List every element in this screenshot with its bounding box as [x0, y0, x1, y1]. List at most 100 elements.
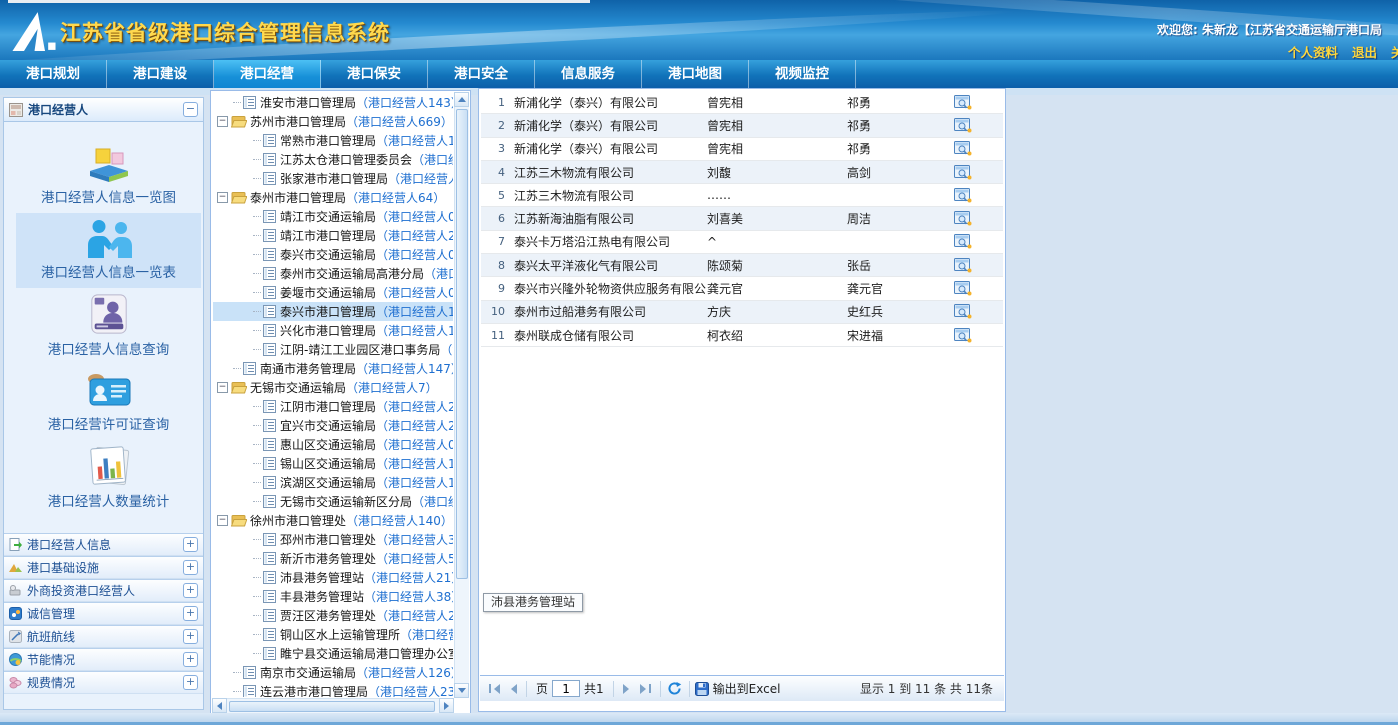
expand-button[interactable]: +: [183, 629, 198, 644]
table-row[interactable]: 9 泰兴市兴隆外轮物资供应服务有限公司 龚元官 龚元官: [481, 277, 1003, 300]
tree-node[interactable]: −: [213, 245, 453, 264]
table-row[interactable]: 8 泰兴太平洋液化气有限公司 陈颂菊 张岳: [481, 254, 1003, 277]
accordion-fees[interactable]: 规费情况 +: [4, 671, 203, 694]
scroll-up-arrow[interactable]: [454, 92, 469, 107]
tree-node[interactable]: −: [213, 188, 453, 207]
collapse-icon[interactable]: −: [217, 382, 228, 393]
tree-node[interactable]: −: [213, 150, 453, 169]
nav-tab[interactable]: 信息服务: [535, 60, 642, 88]
page-input[interactable]: [552, 680, 580, 697]
expand-button[interactable]: +: [183, 675, 198, 690]
horizontal-scroll-thumb[interactable]: [229, 701, 435, 712]
nav-tab[interactable]: 港口安全: [428, 60, 535, 88]
tree-node[interactable]: −: [213, 378, 453, 397]
next-page-button[interactable]: [619, 680, 637, 698]
nav-tab[interactable]: 港口地图: [642, 60, 749, 88]
close-link[interactable]: 关: [1391, 42, 1398, 60]
tree-node[interactable]: −: [213, 302, 453, 321]
table-row[interactable]: 2 新浦化学（泰兴）有限公司 曾宪相 祁勇: [481, 114, 1003, 137]
view-detail-icon[interactable]: [951, 188, 975, 203]
view-detail-icon[interactable]: [951, 328, 975, 343]
accordion-port-infrastructure[interactable]: 港口基础设施 +: [4, 556, 203, 579]
nav-tab[interactable]: 港口规划: [0, 60, 107, 88]
expand-button[interactable]: +: [183, 583, 198, 598]
refresh-icon[interactable]: [666, 680, 684, 698]
table-row[interactable]: 10 泰州市过船港务有限公司 方庆 史红兵: [481, 301, 1003, 324]
tree-node[interactable]: −: [213, 606, 453, 625]
view-detail-icon[interactable]: [951, 118, 975, 133]
scroll-right-arrow[interactable]: [439, 698, 454, 713]
tree-node[interactable]: −: [213, 435, 453, 454]
accordion-integrity-management[interactable]: 诚信管理 +: [4, 602, 203, 625]
nav-tab[interactable]: 视频监控: [749, 60, 856, 88]
tree-node[interactable]: −: [213, 530, 453, 549]
view-detail-icon[interactable]: [951, 304, 975, 319]
scroll-down-arrow[interactable]: [454, 683, 469, 698]
tree-node[interactable]: −: [213, 549, 453, 568]
tree-node[interactable]: −: [213, 416, 453, 435]
view-detail-icon[interactable]: [951, 95, 975, 110]
scroll-left-arrow[interactable]: [212, 698, 227, 713]
accordion-energy-saving[interactable]: 节能情况 +: [4, 648, 203, 671]
tree-horizontal-scrollbar[interactable]: [212, 698, 454, 713]
tree-node[interactable]: −: [213, 226, 453, 245]
last-page-button[interactable]: [637, 680, 655, 698]
table-row[interactable]: 4 江苏三木物流有限公司 刘馥 高剑: [481, 161, 1003, 184]
tree-node[interactable]: −: [213, 207, 453, 226]
sidebar-item-operator-overview-table[interactable]: 港口经营人信息一览表: [16, 213, 201, 288]
tree-node[interactable]: −: [213, 131, 453, 150]
tree-node[interactable]: −: [213, 492, 453, 511]
profile-link[interactable]: 个人资料: [1288, 42, 1338, 60]
tree-node[interactable]: −: [213, 511, 453, 530]
tree-node[interactable]: −: [213, 264, 453, 283]
tree-node[interactable]: −: [213, 340, 453, 359]
nav-tab[interactable]: 港口经营: [214, 60, 321, 88]
table-row[interactable]: 11 泰州联成仓储有限公司 柯衣绍 宋进福: [481, 324, 1003, 347]
nav-tab[interactable]: 港口保安: [321, 60, 428, 88]
panel-collapse-button[interactable]: −: [183, 102, 198, 117]
logout-link[interactable]: 退出: [1352, 42, 1377, 60]
collapse-icon[interactable]: −: [217, 515, 228, 526]
tree-node[interactable]: −: [213, 568, 453, 587]
tree-node[interactable]: −: [213, 625, 453, 644]
tree-node[interactable]: −: [213, 93, 453, 112]
tree-node[interactable]: −: [213, 587, 453, 606]
tree-node[interactable]: −: [213, 397, 453, 416]
expand-button[interactable]: +: [183, 652, 198, 667]
first-page-button[interactable]: [485, 680, 503, 698]
view-detail-icon[interactable]: [951, 165, 975, 180]
prev-page-button[interactable]: [503, 680, 521, 698]
view-detail-icon[interactable]: [951, 258, 975, 273]
tree-node[interactable]: −: [213, 169, 453, 188]
tree-node[interactable]: −: [213, 454, 453, 473]
sidebar-item-operator-statistics[interactable]: 港口经营人数量统计: [16, 440, 201, 517]
sidebar-item-license-query[interactable]: 港口经营许可证查询: [16, 365, 201, 440]
accordion-operator-info[interactable]: 港口经营人信息 +: [4, 533, 203, 556]
collapse-icon[interactable]: −: [217, 192, 228, 203]
vertical-scroll-thumb[interactable]: [456, 109, 468, 579]
table-row[interactable]: 5 江苏三木物流有限公司 ……: [481, 184, 1003, 207]
view-detail-icon[interactable]: [951, 281, 975, 296]
tree-node[interactable]: −: [213, 473, 453, 492]
accordion-flight-routes[interactable]: 航班航线 +: [4, 625, 203, 648]
sidebar-item-operator-info-query[interactable]: 港口经营人信息查询: [16, 288, 201, 365]
tree-node[interactable]: −: [213, 283, 453, 302]
tree-node[interactable]: −: [213, 112, 453, 131]
table-row[interactable]: 1 新浦化学（泰兴）有限公司 曾宪相 祁勇: [481, 91, 1003, 114]
expand-button[interactable]: +: [183, 537, 198, 552]
tree-node[interactable]: −: [213, 321, 453, 340]
view-detail-icon[interactable]: [951, 141, 975, 156]
tree-node[interactable]: −: [213, 682, 453, 697]
tree-node[interactable]: −: [213, 663, 453, 682]
expand-button[interactable]: +: [183, 560, 198, 575]
table-row[interactable]: 6 江苏新海油脂有限公司 刘喜美 周洁: [481, 207, 1003, 230]
table-row[interactable]: 7 泰兴卡万塔沿江热电有限公司 ^: [481, 231, 1003, 254]
accordion-foreign-investment[interactable]: 外商投资港口经营人 +: [4, 579, 203, 602]
tree-vertical-scrollbar[interactable]: [454, 92, 469, 698]
tree-node[interactable]: −: [213, 359, 453, 378]
sidebar-item-operator-overview-map[interactable]: 港口经营人信息一览图: [16, 136, 201, 213]
nav-tab[interactable]: 港口建设: [107, 60, 214, 88]
view-detail-icon[interactable]: [951, 211, 975, 226]
collapse-icon[interactable]: −: [217, 116, 228, 127]
expand-button[interactable]: +: [183, 606, 198, 621]
